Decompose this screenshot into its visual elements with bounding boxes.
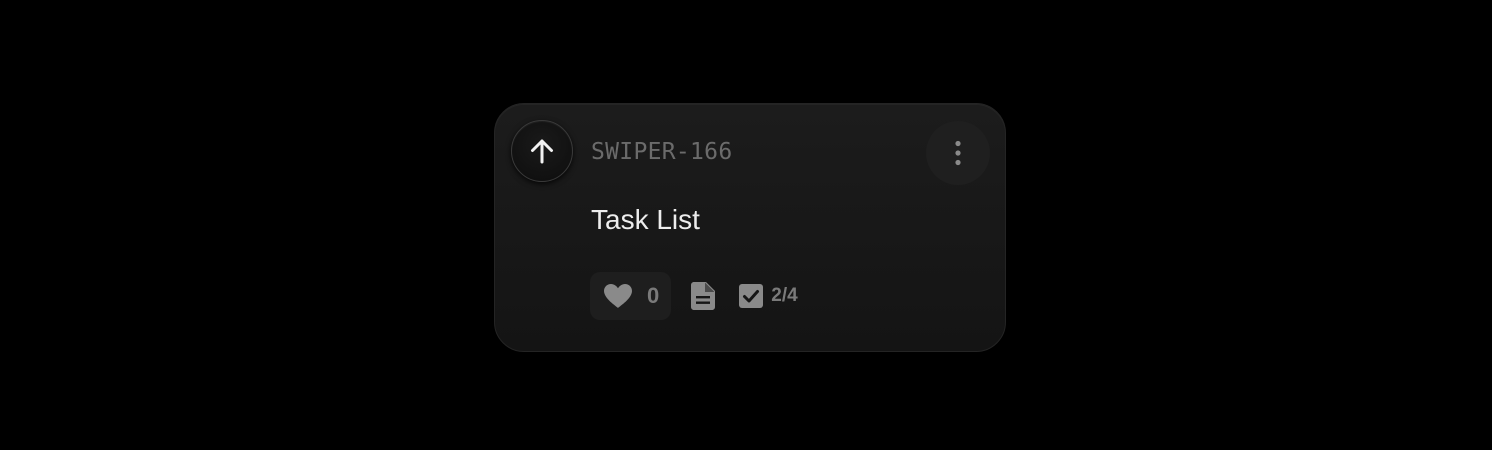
checklist-count: 2/4 xyxy=(771,285,798,306)
like-count: 0 xyxy=(647,283,660,308)
checkbox-icon xyxy=(739,284,764,308)
checklist-progress: 2/4 xyxy=(739,284,798,308)
task-title: Task List xyxy=(591,204,700,235)
priority-button[interactable] xyxy=(511,120,573,182)
issue-id: SWIPER-166 xyxy=(591,139,733,165)
task-card[interactable]: SWIPER-166 Task List 0 2/4 xyxy=(494,103,1006,352)
document-icon xyxy=(691,282,716,310)
like-button[interactable]: 0 xyxy=(590,272,672,320)
heart-icon xyxy=(603,283,633,309)
arrow-up-icon xyxy=(527,136,557,166)
vertical-ellipsis-icon xyxy=(954,140,962,166)
more-options-button[interactable] xyxy=(926,121,990,185)
card-footer: 0 2/4 xyxy=(590,272,798,320)
